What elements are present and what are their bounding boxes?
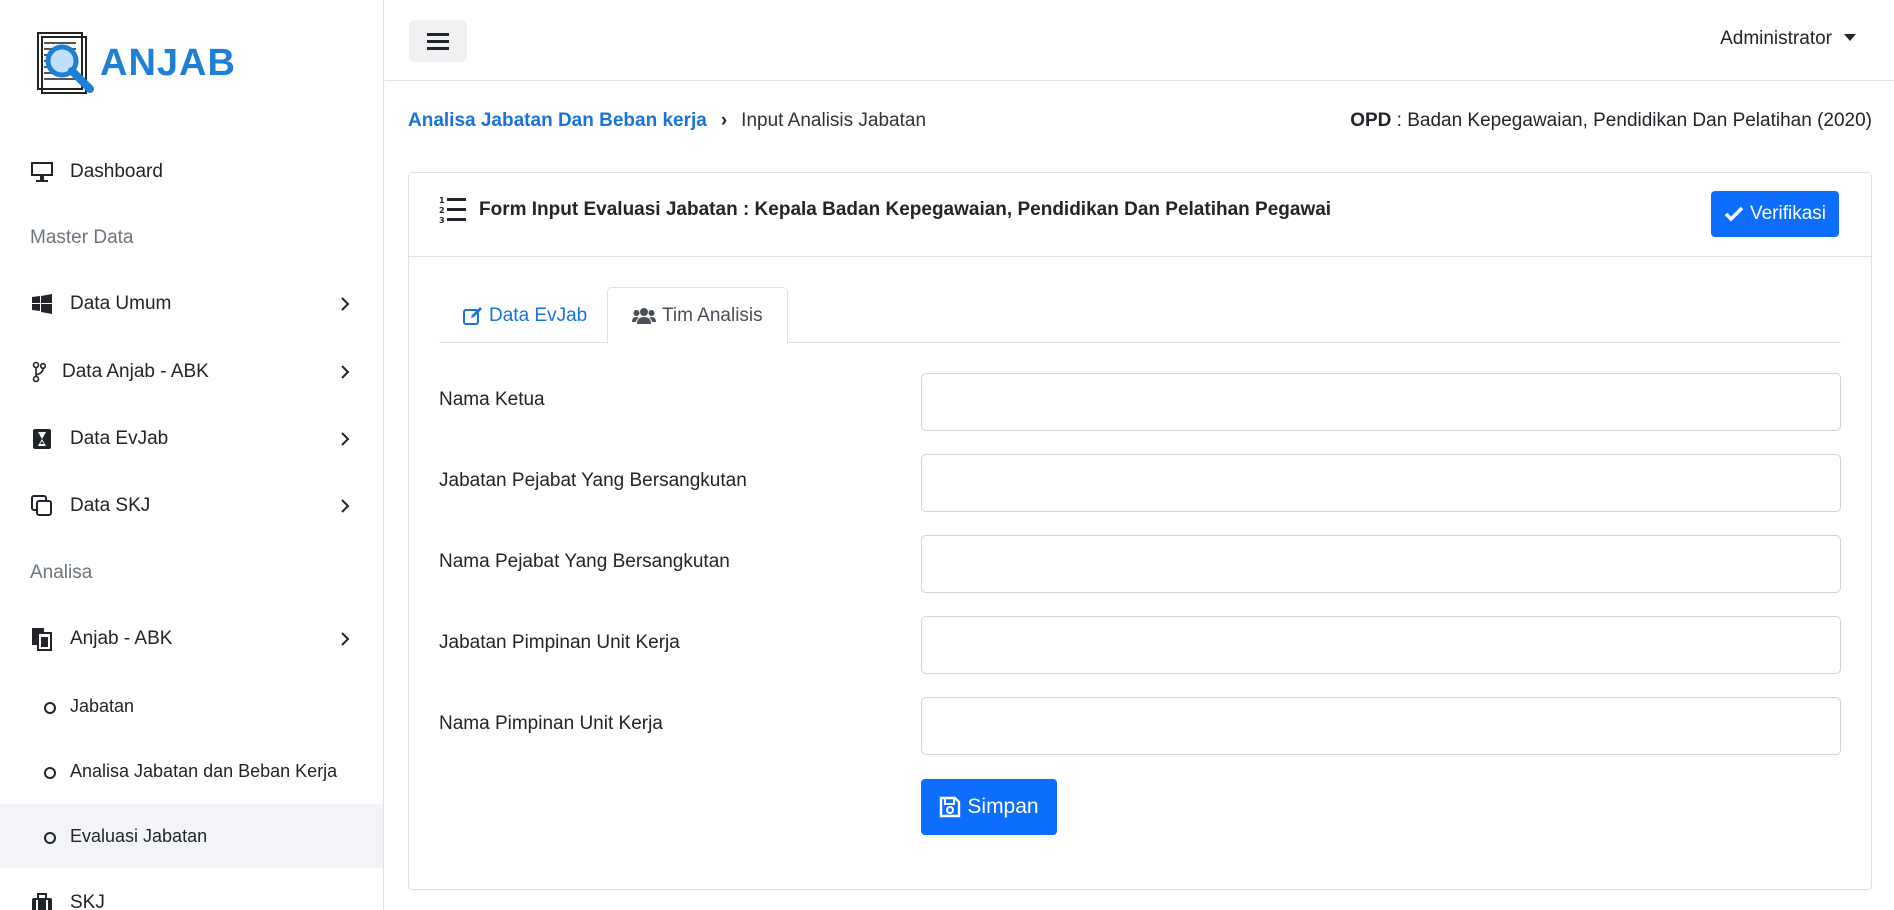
sidebar-subitem-label: Analisa Jabatan dan Beban Kerja	[70, 760, 338, 781]
save-button[interactable]: Simpan	[921, 779, 1057, 835]
briefcase-icon	[30, 891, 54, 910]
check-icon	[1724, 206, 1744, 222]
tab-label: Tim Analisis	[662, 304, 763, 326]
sidebar-item-label: Data SKJ	[70, 495, 151, 516]
documents-icon	[30, 627, 54, 651]
sidebar-item-data-evjab[interactable]: Data EvJab	[0, 406, 383, 472]
hamburger-icon	[427, 33, 449, 50]
brand-name: ANJAB	[100, 41, 236, 84]
sidebar-subitem-label: Evaluasi Jabatan	[70, 825, 208, 846]
nama-ketua-input[interactable]	[921, 373, 1841, 431]
code-branch-icon	[30, 360, 48, 384]
list-ol-icon: 123	[439, 195, 467, 225]
verify-button[interactable]: Verifikasi	[1711, 191, 1839, 237]
nav-header-analisa: Analisa	[30, 562, 93, 583]
field-label: Jabatan Pimpinan Unit Kerja	[439, 632, 680, 653]
brand-logo[interactable]: ANJAB	[36, 30, 236, 96]
field-label: Nama Ketua	[439, 389, 545, 410]
circle-icon	[44, 702, 56, 714]
monitor-icon	[30, 160, 54, 184]
breadcrumb: Analisa Jabatan Dan Beban kerja › Input …	[408, 110, 926, 132]
nav-header-master-data: Master Data	[30, 227, 134, 248]
sidebar-item-data-skj[interactable]: Data SKJ	[0, 473, 383, 539]
edit-icon	[463, 306, 482, 325]
users-icon	[632, 307, 656, 324]
circle-icon	[44, 832, 56, 844]
svg-text:3: 3	[439, 216, 445, 225]
chevron-right-icon	[336, 430, 354, 448]
chevron-right-icon	[336, 497, 354, 515]
nama-pimpinan-input[interactable]	[921, 697, 1841, 755]
sidebar-item-skj[interactable]: SKJ	[0, 870, 383, 910]
tab-tim-analisis[interactable]: Tim Analisis	[607, 287, 788, 344]
field-label: Nama Pejabat Yang Bersangkutan	[439, 551, 730, 572]
user-name: Administrator	[1720, 28, 1832, 49]
save-button-label: Simpan	[967, 795, 1039, 818]
svg-text:2: 2	[439, 206, 445, 215]
windows-icon	[30, 292, 54, 316]
chevron-right-icon	[336, 363, 354, 381]
copy-icon	[30, 494, 54, 518]
breadcrumb-current: Input Analisis Jabatan	[741, 110, 927, 131]
sidebar-subitem-label: Jabatan	[70, 695, 135, 716]
sidebar-item-dashboard[interactable]: Dashboard	[0, 139, 383, 205]
form-tabs: Data EvJab Tim Analisis	[439, 287, 1841, 344]
sidebar-item-label: Anjab - ABK	[70, 628, 173, 649]
jabatan-pejabat-input[interactable]	[921, 454, 1841, 512]
card-title: 123 Form Input Evaluasi Jabatan : Kepala…	[439, 195, 1331, 225]
user-menu-dropdown[interactable]: Administrator	[1720, 28, 1856, 50]
chevron-right-icon	[336, 630, 354, 648]
opd-label: OPD	[1350, 110, 1392, 131]
field-label: Jabatan Pejabat Yang Bersangkutan	[439, 470, 747, 491]
sidebar-item-label: Dashboard	[70, 161, 163, 182]
opd-info: OPD : Badan Kepegawaian, Pendidikan Dan …	[1350, 110, 1872, 132]
breadcrumb-link-analisa[interactable]: Analisa Jabatan Dan Beban kerja	[408, 110, 707, 132]
save-icon	[940, 796, 961, 818]
sidebar-item-label: Data Anjab - ABK	[62, 361, 209, 382]
tab-data-evjab[interactable]: Data EvJab	[439, 287, 611, 344]
breadcrumb-separator: ›	[720, 110, 728, 131]
logo-magnifier-icon	[36, 31, 98, 95]
sidebar-item-data-umum[interactable]: Data Umum	[0, 271, 383, 337]
form-row-nama-pimpinan: Nama Pimpinan Unit Kerja	[439, 697, 1841, 755]
field-label: Nama Pimpinan Unit Kerja	[439, 713, 663, 734]
sidebar-item-label: Data EvJab	[70, 428, 169, 449]
form-row-jabatan-pejabat: Jabatan Pejabat Yang Bersangkutan	[439, 454, 1841, 512]
chevron-right-icon	[336, 295, 354, 313]
jabatan-pimpinan-input[interactable]	[921, 616, 1841, 674]
form-row-jabatan-pimpinan: Jabatan Pimpinan Unit Kerja	[439, 616, 1841, 674]
sidebar-item-anjab-abk[interactable]: Anjab - ABK	[0, 606, 383, 672]
sidebar-item-label: Data Umum	[70, 293, 172, 314]
topbar: Administrator	[385, 0, 1894, 81]
hourglass-icon	[30, 427, 54, 451]
sidebar-subitem-evaluasi-jabatan[interactable]: Evaluasi Jabatan	[0, 804, 383, 868]
opd-value: : Badan Kepegawaian, Pendidikan Dan Pela…	[1391, 110, 1872, 131]
caret-down-icon	[1844, 33, 1856, 41]
card-header: 123 Form Input Evaluasi Jabatan : Kepala…	[409, 173, 1871, 257]
evaluation-form-card: 123 Form Input Evaluasi Jabatan : Kepala…	[408, 172, 1872, 890]
sidebar-subitem-analisa-jabatan[interactable]: Analisa Jabatan dan Beban Kerja	[0, 739, 383, 803]
circle-icon	[44, 767, 56, 779]
nama-pejabat-input[interactable]	[921, 535, 1841, 593]
form-row-nama-pejabat: Nama Pejabat Yang Bersangkutan	[439, 535, 1841, 593]
sidebar-item-data-anjab[interactable]: Data Anjab - ABK	[0, 339, 383, 405]
svg-text:1: 1	[439, 196, 445, 205]
card-title-text: Form Input Evaluasi Jabatan : Kepala Bad…	[479, 199, 1332, 220]
menu-toggle-button[interactable]	[409, 20, 467, 62]
sidebar-item-label: SKJ	[70, 892, 105, 910]
tab-label: Data EvJab	[489, 304, 588, 326]
sidebar: ANJAB Dashboard Master Data Data Umum Da…	[0, 0, 384, 910]
sidebar-subitem-jabatan[interactable]: Jabatan	[0, 674, 383, 738]
form-row-nama-ketua: Nama Ketua	[439, 373, 1841, 431]
verify-button-label: Verifikasi	[1749, 203, 1827, 224]
